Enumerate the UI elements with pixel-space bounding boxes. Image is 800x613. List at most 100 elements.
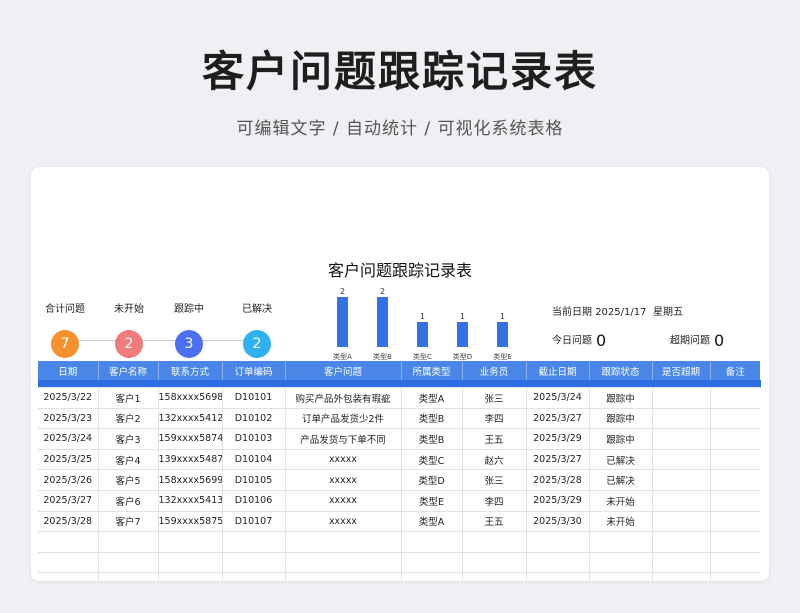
table-cell[interactable]	[98, 572, 159, 581]
table-cell[interactable]: 客户7	[98, 511, 159, 533]
table-cell[interactable]	[652, 449, 711, 471]
table-cell[interactable]	[285, 572, 402, 581]
table-cell[interactable]	[526, 572, 590, 581]
table-cell[interactable]: 李四	[462, 408, 527, 430]
table-cell[interactable]	[222, 531, 286, 553]
column-header[interactable]: 备注	[710, 361, 760, 380]
column-header[interactable]: 截止日期	[526, 361, 590, 380]
table-cell[interactable]	[158, 531, 223, 553]
table-cell[interactable]	[38, 572, 99, 581]
column-header[interactable]: 联系方式	[158, 361, 223, 380]
table-cell[interactable]: 2025/3/30	[526, 511, 590, 533]
table-cell[interactable]: 李四	[462, 490, 527, 512]
table-cell[interactable]: 2025/3/24	[38, 428, 99, 450]
table-cell[interactable]: 159xxxx5874	[158, 428, 223, 450]
table-cell[interactable]	[652, 531, 711, 553]
table-cell[interactable]	[710, 408, 760, 430]
table-cell[interactable]	[710, 531, 760, 553]
table-cell[interactable]: 王五	[462, 511, 527, 533]
table-cell[interactable]	[710, 449, 760, 471]
table-cell[interactable]	[652, 552, 711, 574]
table-cell[interactable]	[652, 428, 711, 450]
table-cell[interactable]	[652, 490, 711, 512]
table-cell[interactable]: 类型A	[401, 387, 463, 409]
table-cell[interactable]: 跟踪中	[589, 387, 653, 409]
table-cell[interactable]: D10102	[222, 408, 286, 430]
table-cell[interactable]: 赵六	[462, 449, 527, 471]
table-cell[interactable]: xxxxx	[285, 449, 402, 471]
table-cell[interactable]	[710, 572, 760, 581]
table-cell[interactable]: 132xxxx5412	[158, 408, 223, 430]
table-cell[interactable]: 158xxxx5698	[158, 387, 223, 409]
column-header[interactable]: 是否超期	[652, 361, 711, 380]
table-cell[interactable]	[285, 531, 402, 553]
table-cell[interactable]: 产品发货与下单不同	[285, 428, 402, 450]
table-cell[interactable]: 2025/3/27	[38, 490, 99, 512]
table-cell[interactable]	[652, 511, 711, 533]
table-cell[interactable]: 2025/3/25	[38, 449, 99, 471]
table-cell[interactable]: 类型D	[401, 469, 463, 491]
table-cell[interactable]: D10105	[222, 469, 286, 491]
table-cell[interactable]	[710, 511, 760, 533]
column-header[interactable]: 日期	[38, 361, 99, 380]
table-cell[interactable]	[710, 552, 760, 574]
table-cell[interactable]: 2025/3/22	[38, 387, 99, 409]
table-cell[interactable]	[462, 531, 527, 553]
table-cell[interactable]: D10107	[222, 511, 286, 533]
table-cell[interactable]: D10104	[222, 449, 286, 471]
column-header[interactable]: 跟踪状态	[589, 361, 653, 380]
table-cell[interactable]	[38, 552, 99, 574]
table-cell[interactable]: 跟踪中	[589, 408, 653, 430]
table-cell[interactable]: D10106	[222, 490, 286, 512]
table-cell[interactable]: 客户5	[98, 469, 159, 491]
table-cell[interactable]: 2025/3/28	[526, 469, 590, 491]
table-cell[interactable]: 购买产品外包装有瑕疵	[285, 387, 402, 409]
table-cell[interactable]	[98, 552, 159, 574]
table-cell[interactable]: D10101	[222, 387, 286, 409]
table-cell[interactable]: 159xxxx5875	[158, 511, 223, 533]
column-header[interactable]: 业务员	[462, 361, 527, 380]
table-cell[interactable]	[222, 572, 286, 581]
table-cell[interactable]	[285, 552, 402, 574]
table-cell[interactable]	[652, 387, 711, 409]
table-cell[interactable]: 2025/3/23	[38, 408, 99, 430]
table-cell[interactable]: 订单产品发货少2件	[285, 408, 402, 430]
table-cell[interactable]: 2025/3/28	[38, 511, 99, 533]
table-cell[interactable]	[652, 408, 711, 430]
table-cell[interactable]	[401, 552, 463, 574]
column-header[interactable]: 客户问题	[285, 361, 402, 380]
table-cell[interactable]: 类型B	[401, 428, 463, 450]
table-cell[interactable]: 2025/3/27	[526, 449, 590, 471]
table-cell[interactable]	[38, 531, 99, 553]
table-cell[interactable]	[462, 572, 527, 581]
table-cell[interactable]	[652, 572, 711, 581]
table-cell[interactable]	[158, 572, 223, 581]
table-cell[interactable]: 类型E	[401, 490, 463, 512]
table-cell[interactable]: 已解决	[589, 469, 653, 491]
table-cell[interactable]: 客户3	[98, 428, 159, 450]
table-cell[interactable]	[401, 531, 463, 553]
table-cell[interactable]: 2025/3/26	[38, 469, 99, 491]
table-cell[interactable]: 未开始	[589, 511, 653, 533]
table-cell[interactable]	[401, 572, 463, 581]
table-cell[interactable]: 未开始	[589, 490, 653, 512]
table-cell[interactable]: 139xxxx5487	[158, 449, 223, 471]
table-cell[interactable]: 已解决	[589, 449, 653, 471]
table-cell[interactable]: 类型B	[401, 408, 463, 430]
table-cell[interactable]	[589, 552, 653, 574]
column-header[interactable]: 所属类型	[401, 361, 463, 380]
table-cell[interactable]	[222, 552, 286, 574]
table-cell[interactable]	[710, 387, 760, 409]
table-cell[interactable]: xxxxx	[285, 511, 402, 533]
table-cell[interactable]: 客户6	[98, 490, 159, 512]
table-cell[interactable]	[589, 531, 653, 553]
table-cell[interactable]: 客户1	[98, 387, 159, 409]
table-cell[interactable]: 2025/3/27	[526, 408, 590, 430]
table-cell[interactable]: 2025/3/29	[526, 490, 590, 512]
table-cell[interactable]	[589, 572, 653, 581]
table-cell[interactable]	[158, 552, 223, 574]
table-cell[interactable]	[526, 552, 590, 574]
table-cell[interactable]: 张三	[462, 469, 527, 491]
table-cell[interactable]: 跟踪中	[589, 428, 653, 450]
table-cell[interactable]: 158xxxx5699	[158, 469, 223, 491]
